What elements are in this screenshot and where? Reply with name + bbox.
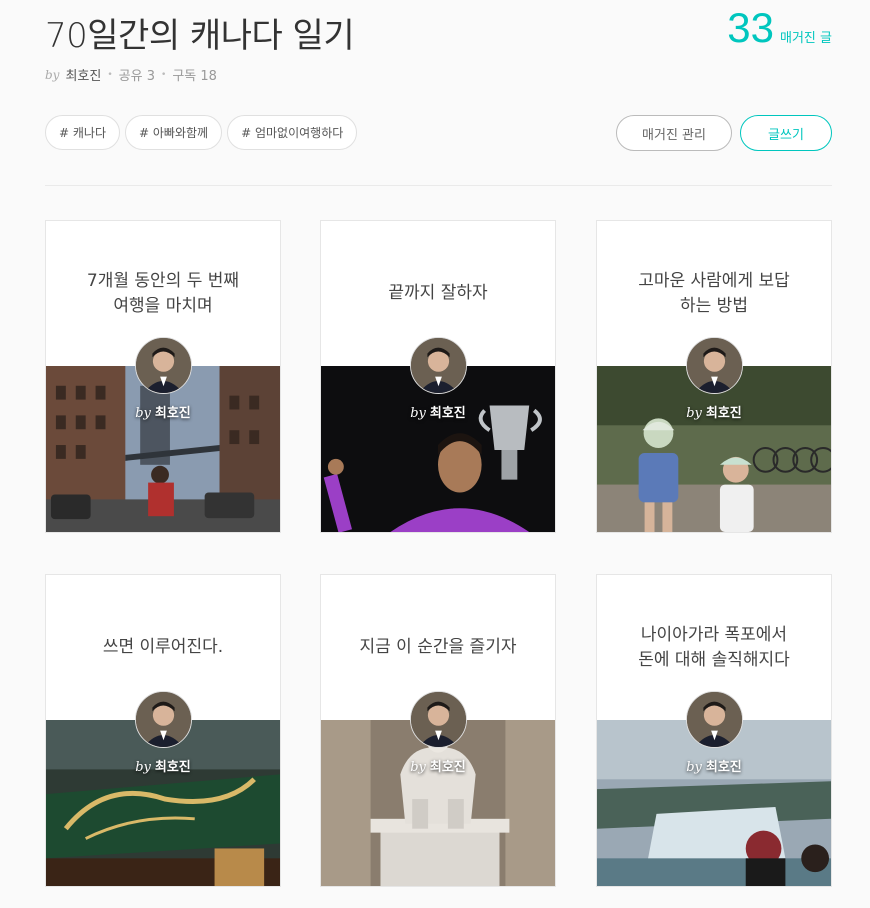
card-author-name: 최호진 [429,760,466,775]
by-label: by [45,67,60,82]
author-avatar[interactable] [686,337,743,394]
manage-magazine-button[interactable]: 매거진 관리 [616,115,732,151]
page-title: 70일간의 캐나다 일기 [45,16,355,56]
article-card[interactable]: 끝까지 잘하자 by 최호진 [320,220,556,533]
by-label: by [410,760,426,775]
article-count-label: 매거진 글 [780,31,832,46]
write-button[interactable]: 글쓰기 [740,115,832,151]
article-card[interactable]: 쓰면 이루어진다. by 최호진 [45,574,281,887]
card-author[interactable]: by 최호진 [321,756,555,775]
separator-dot: • [107,69,113,80]
subscribe-count[interactable]: 구독 18 [172,65,217,84]
card-author[interactable]: by 최호진 [597,402,831,421]
article-card[interactable]: 7개월 동안의 두 번째 여행을 마치며 by 최호진 [45,220,281,533]
card-author-name: 최호진 [154,760,191,775]
author-avatar[interactable] [135,691,192,748]
tag-canada[interactable]: # 캐나다 [45,115,120,150]
author-avatar[interactable] [686,691,743,748]
separator-dot: • [161,69,167,80]
share-count[interactable]: 공유 3 [119,65,155,84]
card-author[interactable]: by 최호진 [597,756,831,775]
by-label: by [410,406,426,421]
magazine-meta: by 최호진 • 공유 3 • 구독 18 [45,65,217,85]
divider [45,185,832,186]
tag-with-dad[interactable]: # 아빠와함께 [125,115,223,150]
article-count-number: 33 [727,4,775,51]
article-count[interactable]: 33 매거진 글 [727,4,832,52]
author-link[interactable]: 최호진 [65,65,101,84]
tag-list: # 캐나다 # 아빠와함께 # 엄마없이여행하다 [45,115,358,150]
card-author-name: 최호진 [429,406,466,421]
card-author[interactable]: by 최호진 [46,402,280,421]
tag-without-mom[interactable]: # 엄마없이여행하다 [227,115,358,150]
card-author[interactable]: by 최호진 [46,756,280,775]
article-card[interactable]: 고마운 사람에게 보답 하는 방법 by 최호진 [596,220,832,533]
author-avatar[interactable] [410,337,467,394]
card-author-name: 최호진 [154,406,191,421]
card-author-name: 최호진 [705,406,742,421]
by-label: by [135,406,151,421]
card-author[interactable]: by 최호진 [321,402,555,421]
by-label: by [686,760,702,775]
by-label: by [135,760,151,775]
author-avatar[interactable] [135,337,192,394]
author-avatar[interactable] [410,691,467,748]
article-card[interactable]: 나이아가라 폭포에서 돈에 대해 솔직해지다 by 최호진 [596,574,832,887]
by-label: by [686,406,702,421]
card-author-name: 최호진 [705,760,742,775]
article-card[interactable]: 지금 이 순간을 즐기자 by 최호진 [320,574,556,887]
